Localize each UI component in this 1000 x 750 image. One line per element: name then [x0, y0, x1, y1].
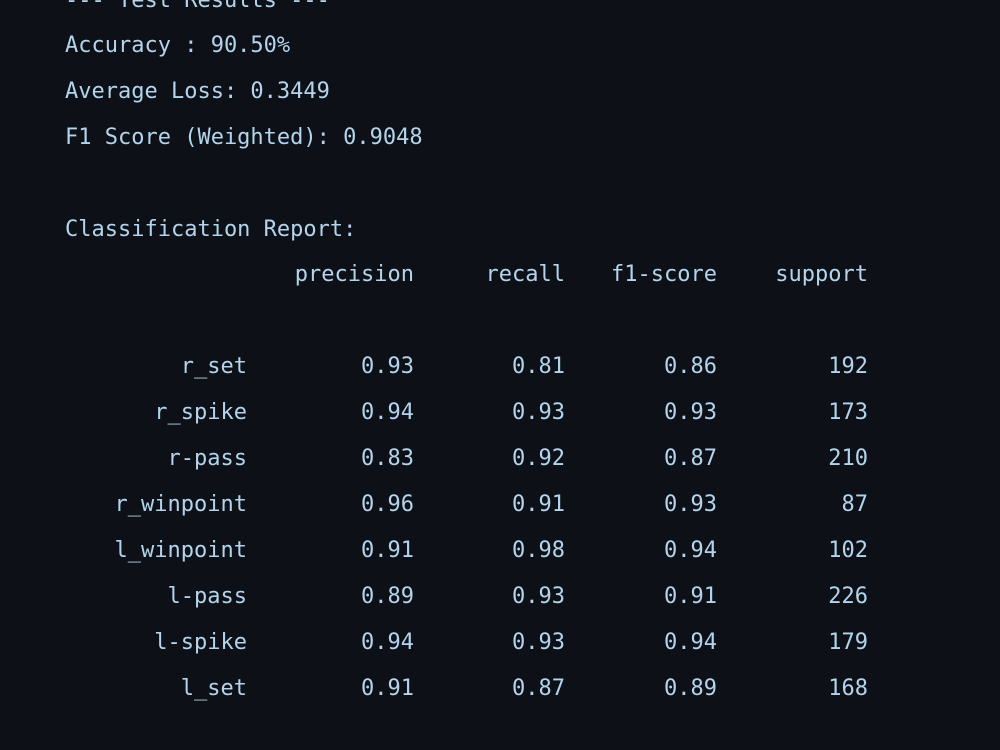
cell-f1-score: 0.86 [664, 354, 717, 379]
cell-support: 168 [828, 676, 868, 701]
cell-recall: 0.92 [512, 446, 565, 471]
average-loss-line: Average Loss: 0.3449 [65, 79, 330, 104]
report-title: Classification Report: [65, 217, 357, 242]
row-label: l_winpoint [114, 538, 247, 563]
cell-recall: 0.87 [512, 676, 565, 701]
cell-recall: 0.93 [512, 630, 565, 655]
col-header-recall: recall [485, 262, 565, 287]
cell-recall: 0.81 [512, 354, 565, 379]
cell-recall: 0.93 [512, 584, 565, 609]
row-label: r_set [180, 354, 247, 379]
cell-f1-score: 0.87 [664, 446, 717, 471]
cell-support: 210 [828, 446, 868, 471]
cell-precision: 0.94 [361, 630, 414, 655]
cell-support: 87 [841, 492, 869, 517]
row-label: r-pass [167, 446, 247, 471]
cell-f1-score: 0.93 [664, 400, 717, 425]
col-header-f1-score: f1-score [611, 262, 717, 287]
cell-precision: 0.89 [361, 584, 414, 609]
row-label: r_winpoint [114, 492, 247, 517]
cell-f1-score: 0.94 [664, 630, 717, 655]
cell-support: 192 [828, 354, 868, 379]
col-header-precision: precision [294, 262, 414, 287]
cell-recall: 0.93 [512, 400, 565, 425]
cell-precision: 0.91 [361, 676, 414, 701]
cell-f1-score: 0.91 [664, 584, 717, 609]
cell-f1-score: 0.94 [664, 538, 717, 563]
col-header-support: support [775, 262, 868, 287]
cell-f1-score: 0.89 [664, 676, 717, 701]
cell-recall: 0.98 [512, 538, 565, 563]
row-label: r_spike [154, 400, 247, 425]
accuracy-line: Accuracy : 90.50% [65, 33, 291, 58]
cell-support: 226 [828, 584, 868, 609]
cell-support: 179 [828, 630, 868, 655]
cell-precision: 0.94 [361, 400, 414, 425]
cell-support: 102 [828, 538, 868, 563]
row-label: l_set [180, 676, 247, 701]
f1-score-line: F1 Score (Weighted): 0.9048 [65, 125, 423, 150]
cell-precision: 0.91 [361, 538, 414, 563]
cell-precision: 0.96 [361, 492, 414, 517]
cell-f1-score: 0.93 [664, 492, 717, 517]
cell-precision: 0.93 [361, 354, 414, 379]
results-header-line: --- Test Results --- [65, 0, 330, 13]
terminal-output: --- Test Results --- Accuracy : 90.50% A… [0, 0, 1000, 750]
cell-precision: 0.83 [361, 446, 414, 471]
row-label: l-spike [154, 630, 247, 655]
row-label: l-pass [167, 584, 247, 609]
cell-recall: 0.91 [512, 492, 565, 517]
cell-support: 173 [828, 400, 868, 425]
